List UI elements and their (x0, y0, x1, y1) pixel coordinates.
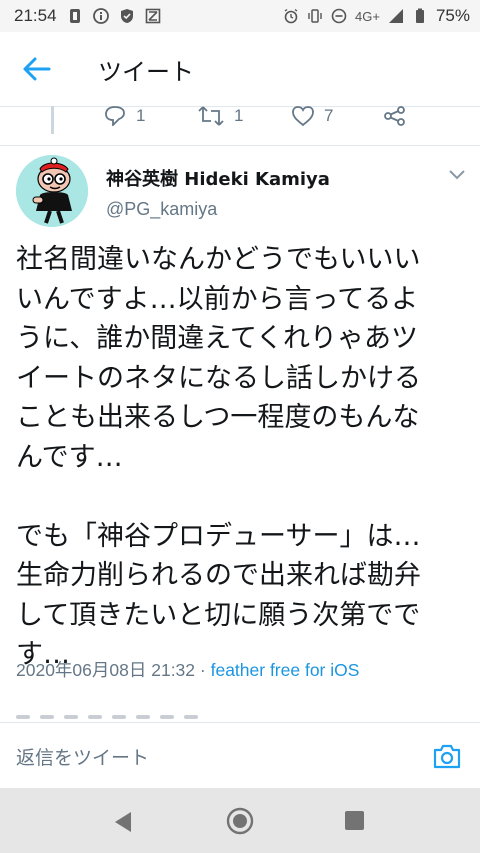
info-icon (92, 8, 109, 24)
nav-home-icon[interactable] (225, 806, 255, 836)
reply-action[interactable]: 1 (104, 106, 145, 126)
chevron-down-icon[interactable] (446, 168, 468, 182)
reply-bar: 返信をツイート (0, 722, 480, 789)
avatar-illustration (16, 155, 88, 227)
tweet-client-link[interactable]: feather free for iOS (211, 660, 360, 680)
retweet-icon (198, 106, 224, 126)
retweet-count: 1 (234, 106, 244, 125)
tweet-metadata: 2020年06月08日 21:32 · feather free for iOS (16, 657, 359, 682)
network-type: 4G+ (355, 8, 380, 24)
retweet-action[interactable]: 1 (198, 106, 243, 126)
meta-separator: · (195, 660, 211, 680)
vibrate-icon (308, 9, 322, 23)
app-bar: ツイート (0, 32, 480, 107)
battery-level: 75% (435, 6, 470, 25)
previous-tweet-actions: 1 1 7 (0, 106, 480, 140)
reply-input[interactable]: 返信をツイート (16, 743, 149, 770)
signal-icon (388, 9, 403, 23)
battery-icon (415, 8, 424, 23)
avatar[interactable] (16, 155, 88, 227)
nav-back-icon[interactable] (112, 810, 134, 834)
tweet-text: 社名間違いなんかどうでもいいい いんですよ…以前から言ってるよ うに、誰か間違え… (16, 244, 421, 670)
arrow-left-icon[interactable] (22, 56, 52, 82)
reply-icon (105, 106, 125, 126)
status-bar: 21:54 4G+ 75% (0, 0, 480, 32)
reply-count: 1 (136, 106, 146, 125)
dnd-icon (331, 8, 347, 24)
divider (0, 145, 480, 146)
like-action[interactable]: 7 (292, 106, 333, 126)
share-icon (384, 106, 405, 126)
status-time: 21:54 (14, 6, 57, 25)
nav-recent-apps-icon[interactable] (345, 811, 364, 830)
tweet-timestamp: 2020年06月08日 21:32 (16, 660, 196, 680)
system-nav-bar (0, 788, 480, 853)
user-handle[interactable]: @PG_kamiya (106, 199, 217, 220)
heart-icon (292, 106, 314, 126)
shield-icon (120, 9, 133, 23)
app-notification-icon (145, 8, 160, 24)
scrolled-content-remnant (16, 712, 256, 722)
page-title: ツイート (98, 58, 194, 86)
display-name[interactable]: 神谷英樹 Hideki Kamiya (106, 165, 330, 191)
notification-icon (69, 9, 80, 23)
camera-icon[interactable] (432, 742, 462, 770)
alarm-icon (284, 8, 298, 24)
share-action[interactable] (384, 106, 406, 126)
like-count: 7 (324, 106, 334, 125)
